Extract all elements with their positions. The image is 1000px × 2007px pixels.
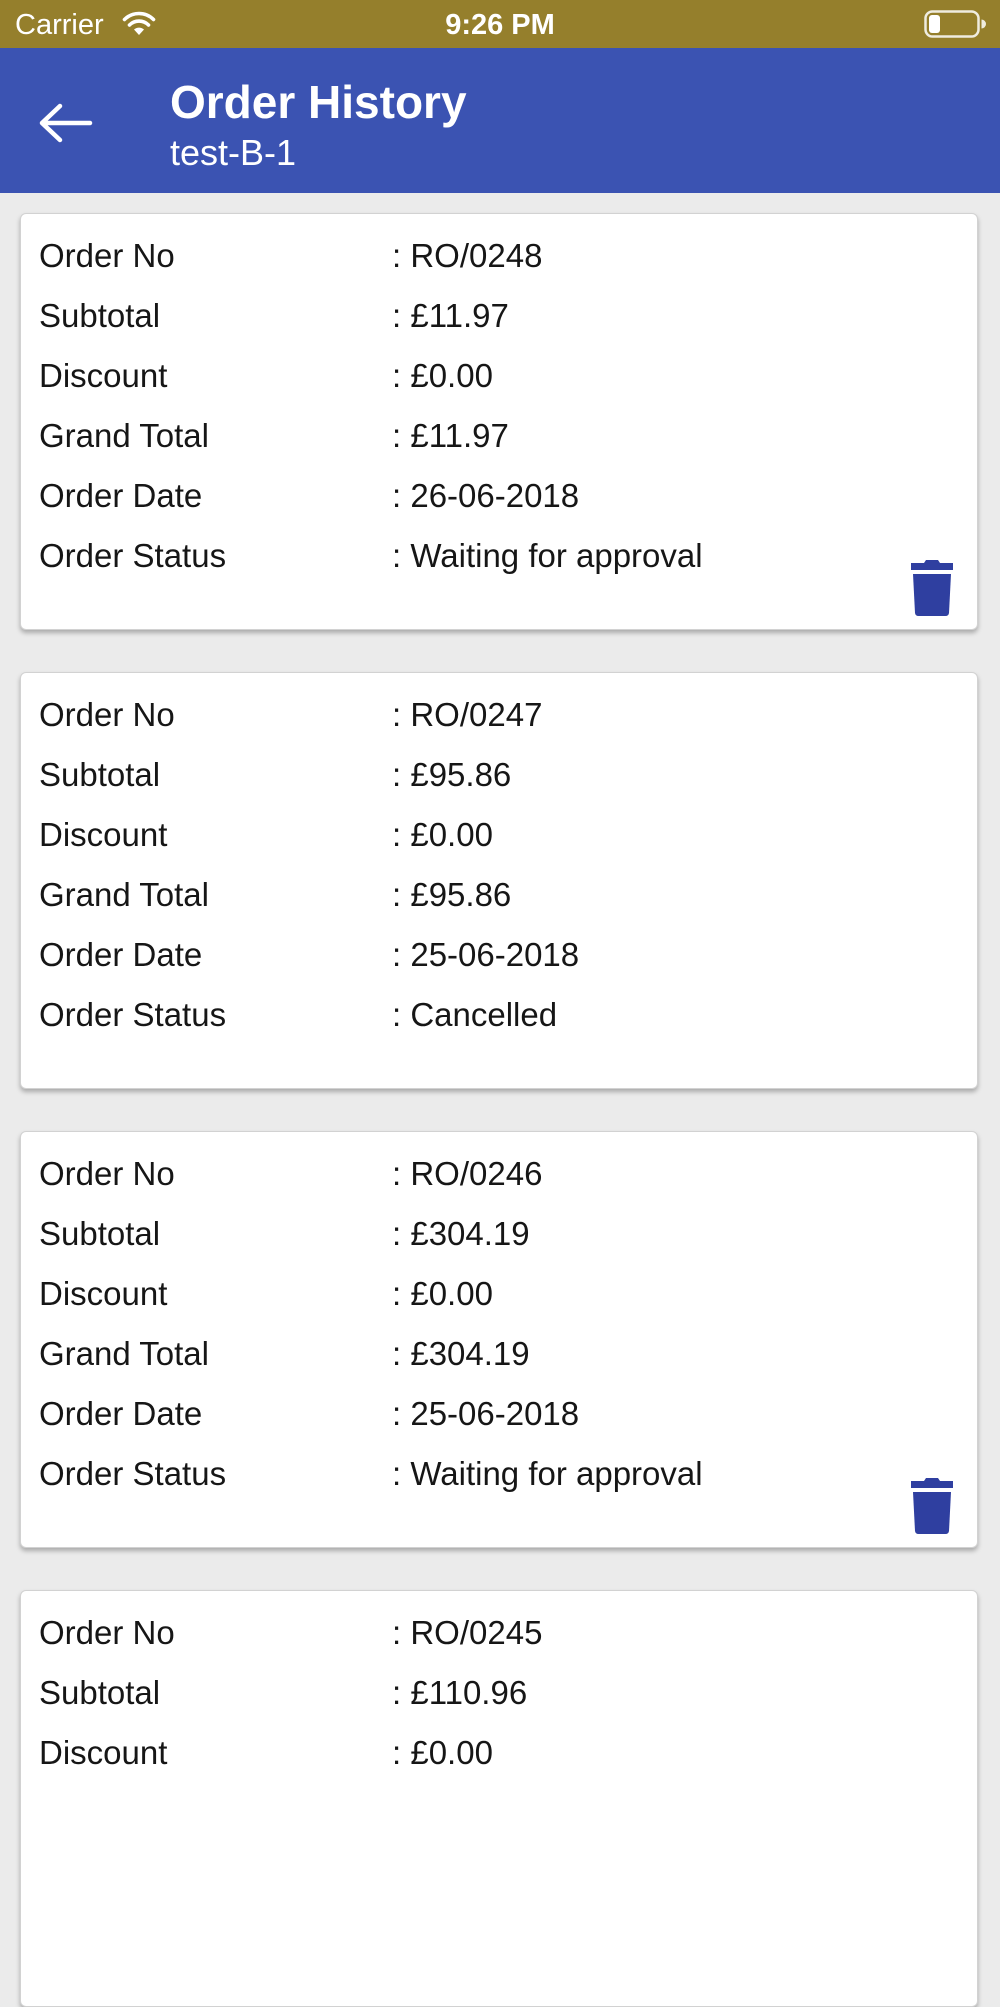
subtotal-row: Subtotal : £304.19: [39, 1212, 939, 1256]
order-status-value: : Waiting for approval: [392, 1455, 703, 1492]
battery-icon: [924, 10, 986, 38]
order-card[interactable]: Order No : RO/0247 Subtotal : £95.86 Dis…: [20, 672, 978, 1089]
order-no-row: Order No : RO/0247: [39, 693, 939, 737]
order-date-value: : 26-06-2018: [392, 477, 580, 514]
order-no-value: : RO/0245: [392, 1614, 543, 1651]
order-date-row: Order Date : 25-06-2018: [39, 1392, 939, 1436]
grand-total-row: Grand Total : £95.86: [39, 873, 939, 917]
status-time: 9:26 PM: [445, 9, 555, 41]
subtotal-label: Subtotal: [39, 297, 161, 334]
order-status-row: Order Status : Cancelled: [39, 993, 939, 1037]
subtotal-row: Subtotal : £11.97: [39, 294, 939, 338]
order-date-label: Order Date: [39, 936, 203, 973]
order-status-value: : Cancelled: [392, 996, 558, 1033]
order-date-label: Order Date: [39, 1395, 203, 1432]
order-card[interactable]: Order No : RO/0246 Subtotal : £304.19 Di…: [20, 1131, 978, 1548]
delete-order-button[interactable]: [909, 1477, 955, 1535]
discount-value: : £0.00: [392, 1275, 493, 1312]
discount-row: Discount : £0.00: [39, 813, 939, 857]
order-card[interactable]: Order No : RO/0245 Subtotal : £110.96 Di…: [20, 1590, 978, 2007]
subtotal-label: Subtotal: [39, 1215, 161, 1252]
discount-label: Discount: [39, 816, 168, 853]
order-card[interactable]: Order No : RO/0248 Subtotal : £11.97 Dis…: [20, 213, 978, 630]
order-date-value: : 25-06-2018: [392, 936, 580, 973]
subtotal-value: : £11.97: [392, 297, 509, 334]
arrow-left-icon: [39, 103, 93, 143]
subtotal-row: Subtotal : £110.96: [39, 1671, 939, 1715]
discount-value: : £0.00: [392, 816, 493, 853]
grand-total-row: Grand Total : £11.97: [39, 414, 939, 458]
subtotal-label: Subtotal: [39, 756, 161, 793]
grand-total-label: Grand Total: [39, 417, 209, 454]
grand-total-label: Grand Total: [39, 1335, 209, 1372]
order-status-row: Order Status : Waiting for approval: [39, 534, 939, 578]
discount-row: Discount : £0.00: [39, 1731, 939, 1775]
discount-value: : £0.00: [392, 357, 493, 394]
order-status-value: : Waiting for approval: [392, 537, 703, 574]
grand-total-row: Grand Total : £304.19: [39, 1332, 939, 1376]
order-no-row: Order No : RO/0245: [39, 1611, 939, 1655]
subtotal-label: Subtotal: [39, 1674, 161, 1711]
discount-row: Discount : £0.00: [39, 1272, 939, 1316]
order-date-label: Order Date: [39, 477, 203, 514]
subtotal-row: Subtotal : £95.86: [39, 753, 939, 797]
discount-row: Discount : £0.00: [39, 354, 939, 398]
order-date-row: Order Date : 25-06-2018: [39, 933, 939, 977]
order-date-row: Order Date : 26-06-2018: [39, 474, 939, 518]
trash-icon: [911, 1478, 953, 1534]
order-no-label: Order No: [39, 696, 175, 733]
order-no-label: Order No: [39, 237, 175, 274]
order-no-value: : RO/0246: [392, 1155, 543, 1192]
discount-label: Discount: [39, 357, 168, 394]
status-bar: Carrier 9:26 PM: [0, 0, 1000, 48]
trash-icon: [911, 560, 953, 616]
back-button[interactable]: [28, 88, 104, 158]
order-status-label: Order Status: [39, 996, 227, 1033]
subtotal-value: : £95.86: [392, 756, 512, 793]
subtotal-value: : £110.96: [392, 1674, 528, 1711]
app-bar: Order History test-B-1: [0, 48, 1000, 193]
order-no-label: Order No: [39, 1614, 175, 1651]
order-date-value: : 25-06-2018: [392, 1395, 580, 1432]
page-title: Order History: [170, 76, 467, 128]
order-no-row: Order No : RO/0246: [39, 1152, 939, 1196]
discount-label: Discount: [39, 1734, 168, 1771]
grand-total-value: : £304.19: [392, 1335, 530, 1372]
order-no-row: Order No : RO/0248: [39, 234, 939, 278]
discount-value: : £0.00: [392, 1734, 493, 1771]
subtotal-value: : £304.19: [392, 1215, 530, 1252]
grand-total-label: Grand Total: [39, 876, 209, 913]
discount-label: Discount: [39, 1275, 168, 1312]
order-no-label: Order No: [39, 1155, 175, 1192]
delete-order-button[interactable]: [909, 559, 955, 617]
order-status-label: Order Status: [39, 1455, 227, 1492]
order-status-label: Order Status: [39, 537, 227, 574]
page-subtitle: test-B-1: [170, 132, 297, 173]
order-status-row: Order Status : Waiting for approval: [39, 1452, 939, 1496]
order-no-value: : RO/0248: [392, 237, 543, 274]
grand-total-value: : £11.97: [392, 417, 509, 454]
order-no-value: : RO/0247: [392, 696, 543, 733]
grand-total-value: : £95.86: [392, 876, 512, 913]
